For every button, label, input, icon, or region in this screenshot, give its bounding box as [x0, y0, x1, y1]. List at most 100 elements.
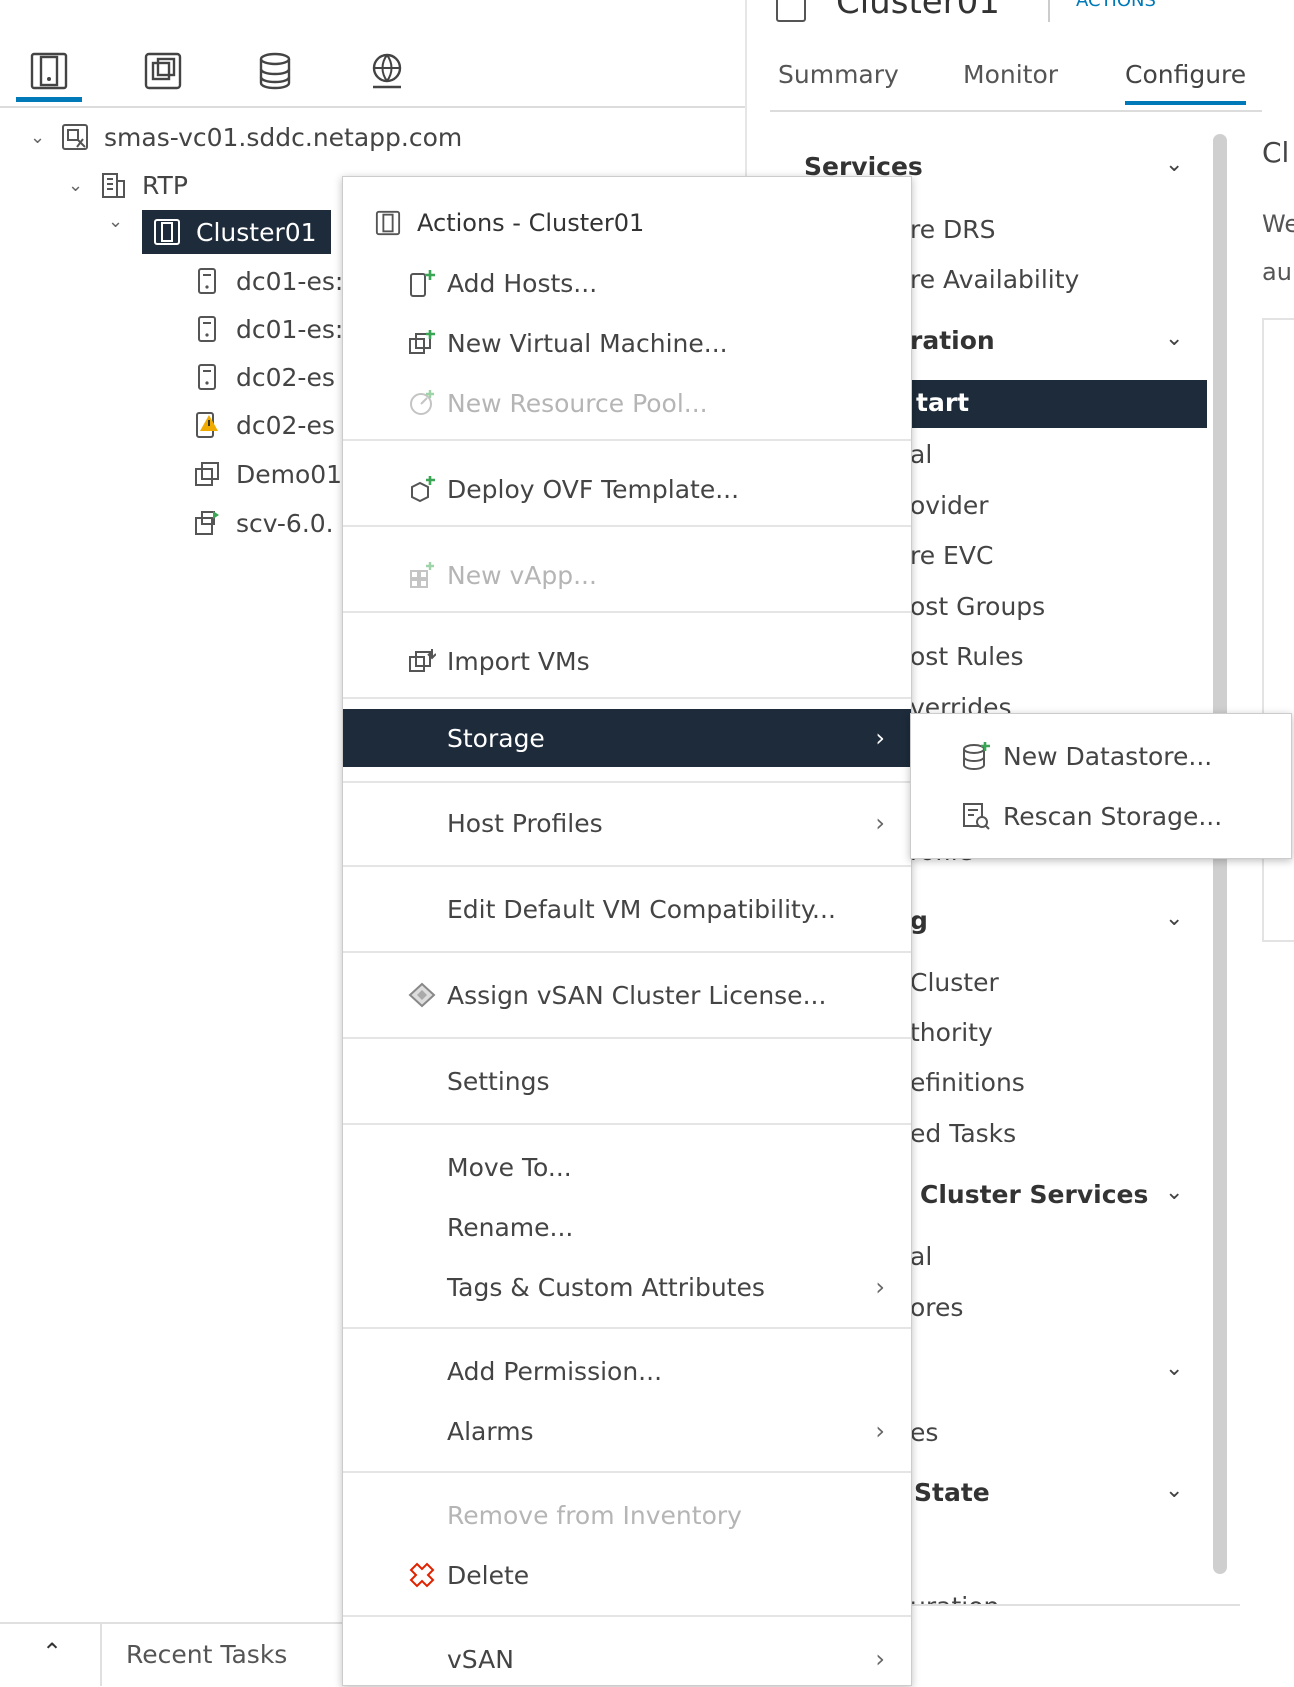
nav-item[interactable]: re Availability [910, 265, 1079, 294]
tree-node-vm[interactable]: scv-6.0. [192, 501, 334, 545]
tree-node-vcenter[interactable]: ⌄ smas-vc01.sddc.netapp.com [30, 115, 462, 159]
nav-item[interactable]: re EVC [910, 541, 993, 570]
storage-submenu: New Datastore... Rescan Storage... [910, 713, 1292, 859]
nav-section[interactable]: g [910, 906, 928, 935]
cluster-icon [152, 217, 182, 247]
tree-node-cluster[interactable]: Cluster01 [142, 210, 331, 254]
menu-item-edit-vm-compatibility[interactable]: Edit Default VM Compatibility... [343, 881, 911, 937]
nav-item-selected[interactable]: tart [910, 380, 1207, 428]
tab-configure[interactable]: Configure [1125, 60, 1247, 105]
chevron-down-icon[interactable]: ⌄ [1165, 906, 1183, 931]
menu-item-alarms[interactable]: Alarms › [343, 1403, 911, 1459]
actions-button[interactable]: ACTIONS [1076, 0, 1156, 11]
hosts-clusters-icon[interactable] [16, 48, 82, 102]
license-icon [407, 980, 437, 1010]
chevron-down-icon[interactable]: ⌄ [1165, 326, 1183, 351]
header-divider [1048, 0, 1050, 22]
side-text: au [1262, 258, 1292, 286]
side-text: We [1262, 210, 1294, 238]
vms-templates-icon[interactable] [140, 48, 186, 94]
menu-item-new-vapp[interactable]: New vApp... [343, 547, 911, 603]
menu-item-add-permission[interactable]: Add Permission... [343, 1343, 911, 1399]
menu-item-import-vms[interactable]: Import VMs [343, 633, 911, 689]
menu-item-settings[interactable]: Settings [343, 1053, 911, 1109]
cluster-icon [373, 208, 403, 238]
tree-node-host[interactable]: dc01-es: [192, 307, 343, 351]
menu-item-rescan-storage[interactable]: Rescan Storage... [911, 790, 1291, 842]
tree-node-cluster-chevron[interactable]: ⌄ [108, 211, 138, 232]
tree-label: smas-vc01.sddc.netapp.com [104, 122, 463, 152]
tab-monitor[interactable]: Monitor [963, 60, 1058, 89]
host-warning-icon [192, 410, 222, 440]
host-icon [192, 314, 222, 344]
submenu-item-label: New Datastore... [1003, 741, 1213, 771]
menu-item-new-vm[interactable]: New Virtual Machine... [343, 315, 911, 371]
menu-item-tags-attributes[interactable]: Tags & Custom Attributes › [343, 1259, 911, 1315]
menu-item-new-resource-pool[interactable]: New Resource Pool... [343, 375, 911, 431]
menu-item-rename[interactable]: Rename... [343, 1199, 911, 1255]
nav-item[interactable]: Cluster [910, 968, 999, 997]
nav-item[interactable]: es [910, 1418, 938, 1447]
cluster-icon [776, 0, 806, 22]
chevron-down-icon[interactable]: ⌄ [108, 211, 138, 232]
menu-item-assign-vsan-license[interactable]: Assign vSAN Cluster License... [343, 967, 911, 1023]
menu-separator [343, 697, 911, 699]
menu-separator [343, 1615, 911, 1617]
tree-node-datacenter[interactable]: ⌄ RTP [68, 163, 188, 207]
menu-separator [343, 1471, 911, 1473]
nav-item[interactable]: ores [910, 1293, 963, 1322]
nav-item[interactable]: ovider [910, 491, 989, 520]
nav-item[interactable]: al [910, 1242, 932, 1271]
tree-node-vm[interactable]: Demo01 [192, 452, 342, 496]
add-host-icon [407, 268, 437, 298]
new-vm-icon [407, 328, 437, 358]
chevron-down-icon[interactable]: ⌄ [1165, 1356, 1183, 1381]
nav-item[interactable]: thority [910, 1018, 993, 1047]
tree-label: RTP [142, 170, 188, 200]
menu-item-new-datastore[interactable]: New Datastore... [911, 730, 1291, 782]
chevron-down-icon[interactable]: ⌄ [1165, 1180, 1183, 1205]
menu-separator [343, 1327, 911, 1329]
chevron-down-icon[interactable]: ⌄ [1165, 1478, 1183, 1503]
menu-item-remove-from-inventory[interactable]: Remove from Inventory [343, 1487, 911, 1543]
chevron-down-icon[interactable]: ⌄ [1165, 152, 1183, 177]
nav-section-cluster-services[interactable]: Cluster Services [920, 1180, 1148, 1209]
menu-separator [343, 951, 911, 953]
nav-item[interactable]: efinitions [910, 1068, 1025, 1097]
tab-summary[interactable]: Summary [778, 60, 899, 89]
menu-item-delete[interactable]: Delete [343, 1547, 911, 1603]
nav-item[interactable]: re DRS [910, 215, 996, 244]
nav-item[interactable]: ost Rules [910, 642, 1024, 671]
nav-item[interactable]: ost Groups [910, 592, 1045, 621]
object-header: Cluster01 ACTIONS [776, 0, 1294, 22]
side-text: Cl [1262, 136, 1290, 169]
menu-item-label: New Virtual Machine... [447, 328, 728, 358]
menu-item-label: New vApp... [447, 560, 597, 590]
networking-icon[interactable] [364, 48, 410, 94]
menu-item-vsan[interactable]: vSAN › [343, 1631, 911, 1687]
chevron-right-icon: › [875, 1273, 885, 1301]
tree-node-host[interactable]: dc01-es: [192, 259, 343, 303]
chevron-down-icon[interactable]: ⌄ [68, 175, 98, 196]
storage-icon[interactable] [252, 48, 298, 94]
menu-item-label: Import VMs [447, 646, 590, 676]
datacenter-icon [98, 170, 128, 200]
nav-item[interactable]: verrides [910, 693, 1012, 715]
menu-item-move-to[interactable]: Move To... [343, 1139, 911, 1195]
menu-item-deploy-ovf[interactable]: Deploy OVF Template... [343, 461, 911, 517]
tree-node-host[interactable]: dc02-es [192, 355, 335, 399]
nav-section-state[interactable]: State [914, 1478, 990, 1507]
tree-label: dc01-es: [236, 314, 344, 344]
chevron-up-icon[interactable]: ⌃ [42, 1638, 62, 1666]
chevron-down-icon[interactable]: ⌄ [30, 127, 60, 148]
menu-separator [343, 439, 911, 441]
nav-item[interactable]: ed Tasks [910, 1119, 1016, 1148]
menu-item-host-profiles[interactable]: Host Profiles › [343, 795, 911, 851]
nav-section-configuration[interactable]: ration [910, 326, 995, 355]
tree-label: dc02-es [236, 410, 335, 440]
nav-item[interactable]: al [910, 440, 932, 469]
menu-item-add-hosts[interactable]: Add Hosts... [343, 255, 911, 311]
tree-node-host-warning[interactable]: dc02-es [192, 403, 335, 447]
recent-tasks-tab[interactable]: Recent Tasks [126, 1640, 287, 1669]
menu-item-storage[interactable]: Storage › [343, 709, 911, 767]
